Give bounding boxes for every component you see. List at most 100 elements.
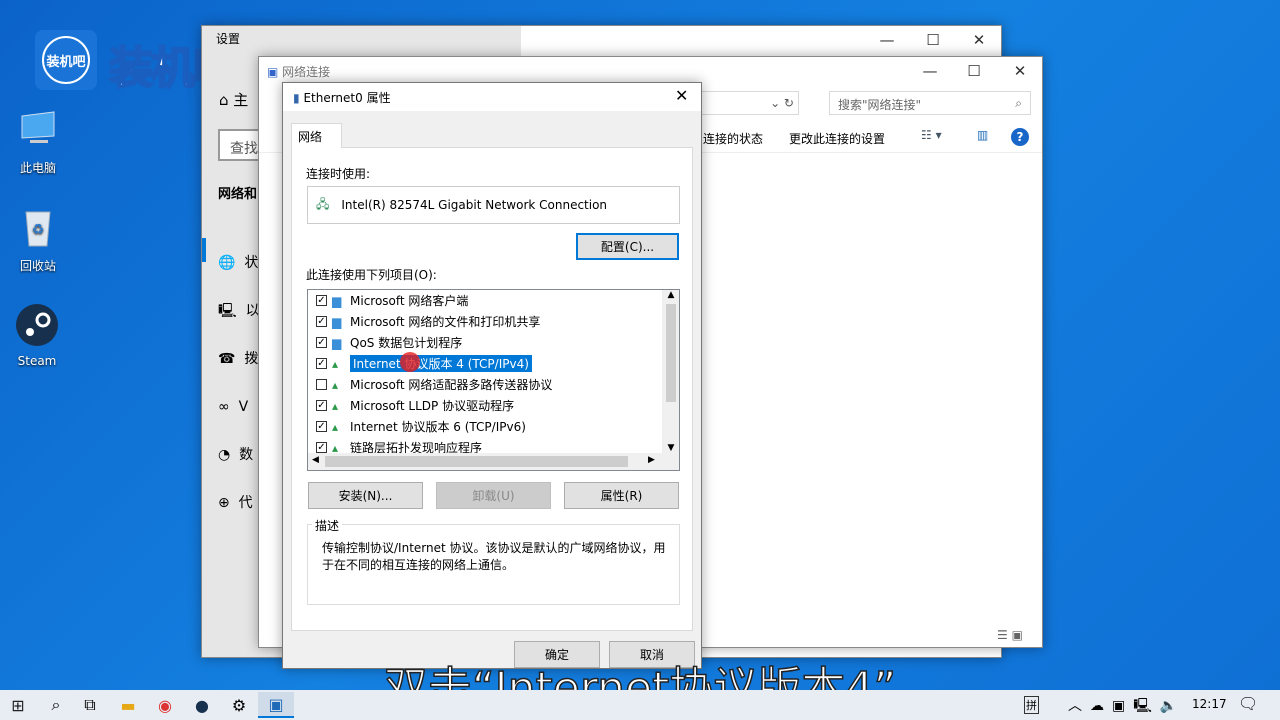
computer-icon xyxy=(21,111,55,143)
protocol-icon: ▴ xyxy=(332,357,339,371)
list-item[interactable]: ✓ ▆ Microsoft 网络的文件和打印机共享 xyxy=(316,311,540,331)
chevron-up-icon: ︿ xyxy=(1068,698,1090,714)
nav-status[interactable]: 🌐 状 xyxy=(218,239,260,287)
search-icon: ⌕ xyxy=(1015,96,1022,110)
client-icon: ▆ xyxy=(332,294,342,308)
list-item[interactable]: ✓ ▴ Internet 协议版本 4 (TCP/IPv4) xyxy=(316,353,532,373)
client-icon: ▆ xyxy=(332,336,342,350)
components-list[interactable]: ✓ ▆ Microsoft 网络客户端 ✓ ▆ Microsoft 网络的文件和打印机共享… xyxy=(307,289,680,471)
adapter-field: 🖧 Intel(R) 82574L Gigabit Network Connect… xyxy=(307,186,680,224)
clock[interactable]: 12:17 xyxy=(1192,697,1227,711)
maximize-button[interactable]: ☐ xyxy=(951,57,997,85)
view-toggle-icons[interactable]: ☰ ▣ xyxy=(997,628,1023,642)
horizontal-scrollbar[interactable]: ◀ ▶ xyxy=(308,453,679,470)
address-dropdown[interactable]: ⌄ ↻ xyxy=(699,91,799,115)
home-link[interactable]: ⌂ 主 xyxy=(219,89,248,110)
list-item[interactable]: ▴ Microsoft 网络适配器多路传送器协议 xyxy=(316,374,552,394)
search-icon: ⌕ xyxy=(51,695,61,714)
install-button[interactable]: 安装(N)... xyxy=(308,482,423,509)
nav-vpn[interactable]: ∞ V xyxy=(218,383,260,431)
click-indicator xyxy=(400,352,420,372)
protocol-icon: ▴ xyxy=(332,441,339,455)
view-options-icon[interactable]: ☷ ▾ xyxy=(921,128,942,142)
steam-icon xyxy=(16,304,58,346)
dialup-icon: ☎ xyxy=(218,351,236,367)
search-input[interactable]: 搜索"网络连接" ⌕ xyxy=(829,91,1031,115)
protocol-icon: ▴ xyxy=(332,378,339,392)
settings-button[interactable]: ⚙ xyxy=(221,692,257,718)
dialog-close-button[interactable]: ✕ xyxy=(675,86,688,105)
minimize-button[interactable]: — xyxy=(907,57,953,85)
network-connections-icon: ▣ xyxy=(268,694,284,714)
ethernet-icon: 🖳 xyxy=(218,303,237,319)
checkbox[interactable]: ✓ xyxy=(316,420,327,432)
windows-icon: ⊞ xyxy=(11,695,25,715)
toolbar-status[interactable]: 连接的状态 xyxy=(703,130,763,147)
file-explorer-button[interactable]: ▬ xyxy=(110,692,146,718)
network-icon: 🖳 xyxy=(1133,698,1160,714)
checkbox[interactable]: ✓ xyxy=(316,441,327,453)
vpn-icon: ∞ xyxy=(218,399,230,415)
ethernet-adapter-icon: ▮ xyxy=(293,91,300,105)
toolbar-change-settings[interactable]: 更改此连接的设置 xyxy=(789,130,885,147)
data-usage-icon: ◔ xyxy=(218,447,231,463)
configure-button[interactable]: 配置(C)... xyxy=(576,233,679,260)
checkbox[interactable]: ✓ xyxy=(316,315,327,327)
network-folder-icon: ▣ xyxy=(267,65,279,79)
checkbox[interactable]: ✓ xyxy=(316,399,327,411)
protocol-icon: ▴ xyxy=(332,420,339,434)
steam-button[interactable]: ● xyxy=(184,692,220,718)
list-item[interactable]: ✓ ▆ QoS 数据包计划程序 xyxy=(316,332,462,352)
list-item[interactable]: ✓ ▴ Microsoft LLDP 协议驱动程序 xyxy=(316,395,514,415)
tray-icons[interactable]: ︿☁▣🖳🔈 xyxy=(1068,695,1185,719)
close-button[interactable]: ✕ xyxy=(956,26,1002,54)
checkbox[interactable]: ✓ xyxy=(316,357,327,369)
volume-icon: 🔈 xyxy=(1159,698,1186,714)
vertical-scrollbar[interactable]: ▲ ▼ xyxy=(662,290,679,453)
maximize-button[interactable]: ☐ xyxy=(910,26,956,54)
checkbox[interactable]: ✓ xyxy=(316,336,327,348)
ime-indicator[interactable]: 拼 xyxy=(1024,696,1039,714)
svg-text:♻: ♻ xyxy=(32,222,45,238)
steam-icon: ● xyxy=(195,695,209,715)
ethernet-properties-dialog: ▮ Ethernet0 属性 ✕ 网络 连接时使用: 🖧 Intel(R) 825… xyxy=(282,82,702,669)
task-view-button[interactable]: ⧉ xyxy=(72,692,108,718)
app-tray-icon: ▣ xyxy=(1112,698,1134,714)
network-connections-taskbar-button[interactable]: ▣ xyxy=(258,692,294,718)
protocol-icon: ▴ xyxy=(332,399,339,413)
description-text: 传输控制协议/Internet 协议。该协议是默认的广域网络协议，用于在不同的相… xyxy=(322,541,666,572)
recycle-bin-icon: ♻ xyxy=(25,211,51,247)
checkbox[interactable]: ✓ xyxy=(316,294,327,306)
start-button[interactable]: ⊞ xyxy=(0,692,36,718)
globe-status-icon: 🌐 xyxy=(218,255,236,271)
onedrive-icon: ☁ xyxy=(1090,698,1112,714)
preview-pane-icon[interactable]: ▥ xyxy=(977,128,988,142)
nav-ethernet[interactable]: 🖳 以 xyxy=(218,287,260,335)
tab-network[interactable]: 网络 xyxy=(291,123,342,148)
list-item[interactable]: ✓ ▴ Internet 协议版本 6 (TCP/IPv6) xyxy=(316,416,526,436)
properties-button[interactable]: 属性(R) xyxy=(564,482,679,509)
minimize-button[interactable]: — xyxy=(864,26,910,54)
folder-icon: ▬ xyxy=(120,695,136,715)
nav-proxy[interactable]: ⊕ 代 xyxy=(218,479,260,527)
checkbox[interactable] xyxy=(316,378,327,390)
desktop-icon-computer[interactable]: 此电脑 xyxy=(3,108,73,176)
client-icon: ▆ xyxy=(332,315,342,329)
uninstall-button: 卸载(U) xyxy=(436,482,551,509)
notification-icon[interactable]: 🗨 xyxy=(1238,694,1258,713)
desktop-icon-steam[interactable]: Steam xyxy=(2,303,72,368)
gear-icon: ⚙ xyxy=(231,695,247,715)
search-button[interactable]: ⌕ xyxy=(38,692,74,718)
task-view-icon: ⧉ xyxy=(84,695,96,714)
close-button[interactable]: ✕ xyxy=(997,57,1043,85)
nav-dialup[interactable]: ☎ 拨 xyxy=(218,335,260,383)
list-item[interactable]: ✓ ▆ Microsoft 网络客户端 xyxy=(316,290,468,310)
network-adapter-icon: 🖧 xyxy=(316,196,330,211)
settings-nav: 🌐 状 🖳 以 ☎ 拨 ∞ V ◔ 数 ⊕ 代 xyxy=(218,239,260,527)
desktop-icon-recycle-bin[interactable]: ♻ 回收站 xyxy=(3,206,73,274)
proxy-globe-icon: ⊕ xyxy=(218,495,230,511)
chrome-icon: ◉ xyxy=(158,695,172,715)
help-icon[interactable]: ? xyxy=(1011,128,1029,146)
chrome-button[interactable]: ◉ xyxy=(147,692,183,718)
nav-data-usage[interactable]: ◔ 数 xyxy=(218,431,260,479)
